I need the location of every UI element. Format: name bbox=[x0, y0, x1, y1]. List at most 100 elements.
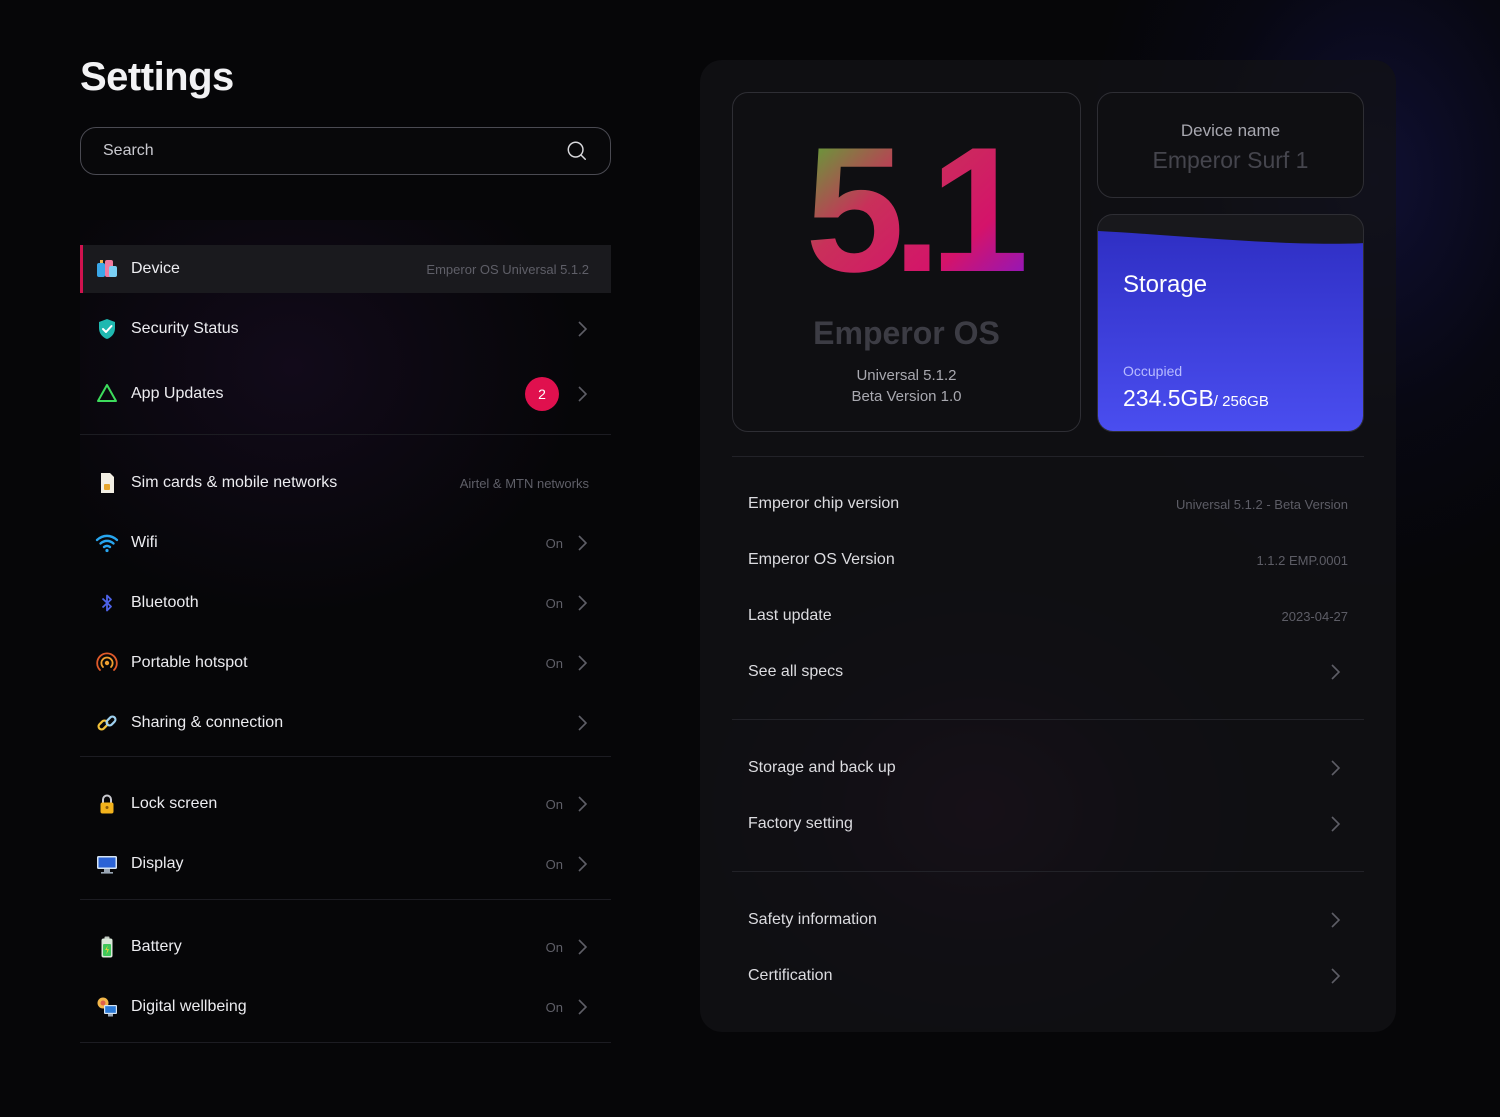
os-name: Emperor OS bbox=[813, 315, 1000, 351]
os-version-card: 5.1 Emperor OS Universal 5.1.2 Beta Vers… bbox=[732, 92, 1081, 432]
row-label: Safety information bbox=[748, 911, 877, 928]
sidebar-item-label: App Updates bbox=[131, 385, 224, 402]
app-updates-icon bbox=[94, 381, 120, 407]
spec-label: Emperor OS Version bbox=[748, 551, 895, 568]
row-label: Factory setting bbox=[748, 815, 853, 832]
sidebar-item-meta: Airtel & MTN networks bbox=[459, 475, 589, 491]
menu-group-general: Device Emperor OS Universal 5.1.2 Securi… bbox=[80, 213, 611, 435]
search-icon[interactable] bbox=[566, 140, 588, 162]
sidebar-item-meta: On bbox=[545, 999, 563, 1015]
sidebar-item-label: Wifi bbox=[131, 534, 158, 551]
storage-total: / 256GB bbox=[1213, 393, 1269, 410]
storage-card[interactable]: Storage Occupied 234.5GB/ 256GB bbox=[1097, 214, 1364, 432]
spec-row-os-version: Emperor OS Version 1.1.2 EMP.0001 bbox=[748, 546, 1348, 574]
chevron-right-icon bbox=[578, 386, 588, 402]
storage-usage: 234.5GB/ 256GB bbox=[1123, 385, 1269, 412]
storage-title: Storage bbox=[1123, 271, 1208, 298]
battery-icon bbox=[94, 934, 120, 960]
os-beta-version: Beta Version 1.0 bbox=[851, 388, 962, 405]
shield-icon bbox=[94, 316, 120, 342]
spec-row-last-update: Last update 2023-04-27 bbox=[748, 602, 1348, 630]
sidebar-item-meta: On bbox=[545, 595, 563, 611]
sidebar-item-security-status[interactable]: Security Status bbox=[80, 299, 611, 359]
chevron-right-icon bbox=[578, 999, 588, 1015]
chevron-right-icon bbox=[1331, 664, 1341, 680]
sidebar-item-label: Device bbox=[131, 260, 180, 277]
device-name-value: Emperor Surf 1 bbox=[1152, 147, 1309, 173]
lock-icon bbox=[94, 791, 120, 817]
device-name-card[interactable]: Device name Emperor Surf 1 bbox=[1097, 92, 1364, 198]
spec-label: See all specs bbox=[748, 663, 844, 680]
sidebar-item-meta: Emperor OS Universal 5.1.2 bbox=[426, 261, 589, 277]
sidebar-item-device[interactable]: Device Emperor OS Universal 5.1.2 bbox=[80, 245, 611, 293]
update-count-badge: 2 bbox=[525, 377, 559, 411]
chevron-right-icon bbox=[578, 715, 588, 731]
sidebar-item-label: Battery bbox=[131, 938, 182, 955]
spec-row-chip-version: Emperor chip version Universal 5.1.2 - B… bbox=[748, 490, 1348, 518]
row-label: Certification bbox=[748, 967, 833, 984]
spec-label: Last update bbox=[748, 607, 832, 624]
os-version-logo: 5.1 bbox=[805, 137, 1036, 287]
page-title: Settings bbox=[80, 55, 234, 99]
search-bar[interactable] bbox=[80, 127, 611, 175]
chevron-right-icon bbox=[1331, 760, 1341, 776]
chevron-right-icon bbox=[578, 321, 588, 337]
factory-setting-row[interactable]: Factory setting bbox=[748, 810, 1348, 838]
sim-card-icon bbox=[94, 470, 120, 496]
device-name-label: Device name bbox=[1180, 121, 1281, 140]
sidebar-item-label: Sim cards & mobile networks bbox=[131, 474, 338, 491]
divider bbox=[732, 456, 1364, 457]
sidebar-item-battery[interactable]: Battery On bbox=[80, 917, 611, 977]
sidebar-item-digital-wellbeing[interactable]: Digital wellbeing On bbox=[80, 977, 611, 1037]
spec-value: 2023-04-27 bbox=[1281, 608, 1349, 624]
spec-value: Universal 5.1.2 - Beta Version bbox=[1176, 496, 1348, 512]
device-icon bbox=[94, 256, 120, 282]
wifi-icon bbox=[94, 530, 120, 556]
display-icon bbox=[94, 851, 120, 877]
certification-row[interactable]: Certification bbox=[748, 962, 1348, 990]
sidebar-item-label: Bluetooth bbox=[131, 594, 199, 611]
sidebar-item-label: Sharing & connection bbox=[131, 714, 284, 731]
device-details-panel: 5.1 Emperor OS Universal 5.1.2 Beta Vers… bbox=[700, 60, 1396, 1032]
storage-backup-row[interactable]: Storage and back up bbox=[748, 754, 1348, 782]
chevron-right-icon bbox=[578, 796, 588, 812]
storage-used: 234.5GB bbox=[1123, 385, 1214, 411]
chevron-right-icon bbox=[1331, 816, 1341, 832]
chevron-right-icon bbox=[578, 856, 588, 872]
os-version-big: 5.1 bbox=[805, 137, 1024, 287]
bluetooth-icon bbox=[94, 590, 120, 616]
sidebar-item-bluetooth[interactable]: Bluetooth On bbox=[80, 573, 611, 633]
sidebar-item-lock-screen[interactable]: Lock screen On bbox=[80, 774, 611, 834]
row-label: Storage and back up bbox=[748, 759, 896, 776]
see-all-specs-link[interactable]: See all specs bbox=[748, 658, 1348, 686]
chevron-right-icon bbox=[578, 939, 588, 955]
menu-group-connections: Sim cards & mobile networks Airtel & MTN… bbox=[80, 435, 611, 757]
safety-information-row[interactable]: Safety information bbox=[748, 906, 1348, 934]
sidebar-item-label: Lock screen bbox=[131, 795, 218, 812]
sidebar-item-meta: On bbox=[545, 796, 563, 812]
sidebar-item-sim-cards[interactable]: Sim cards & mobile networks Airtel & MTN… bbox=[80, 453, 611, 513]
settings-menu: Device Emperor OS Universal 5.1.2 Securi… bbox=[80, 213, 611, 1043]
sidebar-item-meta: On bbox=[545, 535, 563, 551]
storage-occupied-label: Occupied bbox=[1123, 363, 1183, 379]
menu-group-screen: Lock screen On Display On bbox=[80, 757, 611, 900]
sidebar-item-wifi[interactable]: Wifi On bbox=[80, 513, 611, 573]
search-input[interactable] bbox=[103, 142, 566, 160]
chevron-right-icon bbox=[1331, 968, 1341, 984]
os-version: Universal 5.1.2 bbox=[856, 367, 957, 384]
sidebar-item-meta: On bbox=[545, 655, 563, 671]
chevron-right-icon bbox=[578, 655, 588, 671]
sidebar-item-sharing-connection[interactable]: Sharing & connection bbox=[80, 693, 611, 753]
link-icon bbox=[94, 710, 120, 736]
sidebar-item-label: Portable hotspot bbox=[131, 654, 248, 671]
sidebar-item-app-updates[interactable]: App Updates 2 bbox=[80, 359, 611, 429]
divider bbox=[732, 719, 1364, 720]
chevron-right-icon bbox=[1331, 912, 1341, 928]
sidebar-item-meta: On bbox=[545, 856, 563, 872]
spec-value: 1.1.2 EMP.0001 bbox=[1256, 552, 1348, 568]
sidebar-item-label: Display bbox=[131, 855, 184, 872]
divider bbox=[732, 871, 1364, 872]
sidebar-item-portable-hotspot[interactable]: Portable hotspot On bbox=[80, 633, 611, 693]
sidebar-item-meta: On bbox=[545, 939, 563, 955]
sidebar-item-display[interactable]: Display On bbox=[80, 834, 611, 894]
